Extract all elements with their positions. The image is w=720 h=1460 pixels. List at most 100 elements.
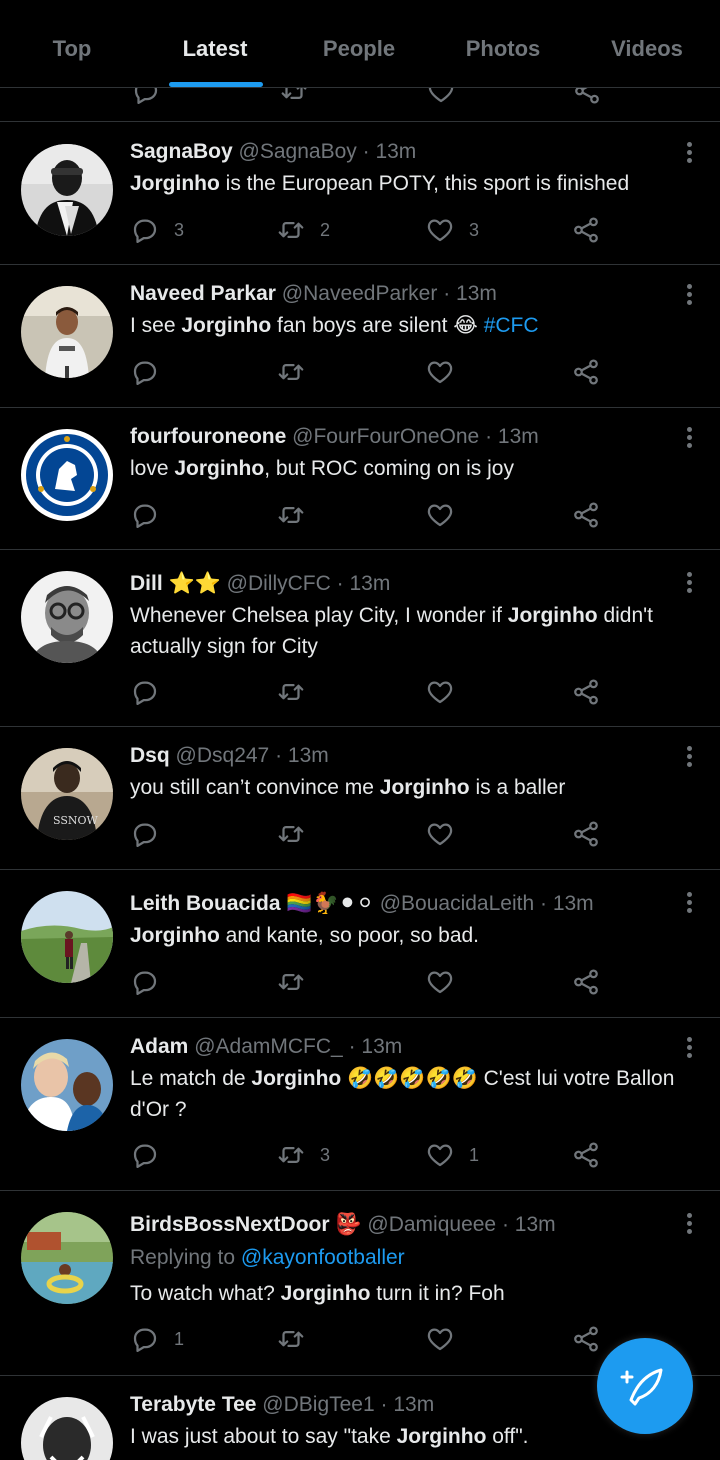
- reply-button[interactable]: 3: [130, 215, 184, 245]
- author-name[interactable]: Dill: [130, 572, 163, 595]
- like-button[interactable]: [425, 357, 469, 387]
- retweet-button[interactable]: 3: [276, 1140, 330, 1170]
- tweet[interactable]: SagnaBoy @SagnaBoy · 13m Jorginho is the…: [0, 123, 720, 265]
- retweet-button[interactable]: [276, 357, 320, 387]
- avatar[interactable]: [21, 1039, 113, 1131]
- like-button[interactable]: 1: [425, 1140, 479, 1170]
- author-handle[interactable]: @FourFourOneOne: [292, 425, 479, 448]
- tweet-time: · 13m: [275, 744, 329, 767]
- reply-icon[interactable]: [131, 88, 161, 111]
- tweet[interactable]: fourfouroneone @FourFourOneOne · 13m lov…: [0, 408, 720, 550]
- retweet-button[interactable]: [276, 500, 320, 530]
- tab-latest[interactable]: Latest: [143, 0, 287, 88]
- svg-text:SSNOW: SSNOW: [53, 814, 99, 827]
- avatar[interactable]: [21, 1397, 113, 1460]
- author-name[interactable]: Leith Bouacida: [130, 892, 281, 915]
- author-name[interactable]: SagnaBoy: [130, 140, 233, 163]
- retweet-icon: [278, 1331, 304, 1347]
- tweet[interactable]: BirdsBossNextDoor 👺 @Damiqueee · 13m Rep…: [0, 1191, 720, 1376]
- share-button[interactable]: [571, 1324, 601, 1354]
- retweet-button[interactable]: [276, 967, 320, 997]
- author-name[interactable]: Adam: [130, 1035, 188, 1058]
- hashtag-link[interactable]: #CFC: [484, 314, 539, 337]
- like-button[interactable]: 3: [425, 215, 479, 245]
- tab-videos[interactable]: Videos: [575, 0, 719, 88]
- share-button[interactable]: [571, 215, 601, 245]
- like-button[interactable]: [425, 677, 469, 707]
- author-handle[interactable]: @SagnaBoy: [239, 140, 357, 163]
- like-button[interactable]: [425, 819, 469, 849]
- share-button[interactable]: [571, 500, 601, 530]
- more-icon[interactable]: [686, 892, 694, 916]
- avatar[interactable]: [21, 429, 113, 521]
- retweet-button[interactable]: [276, 677, 320, 707]
- tweet[interactable]: Leith Bouacida 🏳️‍🌈🐓⚫⚪ @BouacidaLeith · …: [0, 870, 720, 1018]
- tweet-text: love Jorginho, but ROC coming on is joy: [130, 457, 514, 480]
- author-name[interactable]: Terabyte Tee: [130, 1393, 256, 1416]
- tab-photos[interactable]: Photos: [431, 0, 575, 88]
- avatar[interactable]: SSNOW: [21, 748, 113, 840]
- tweet[interactable]: Naveed Parkar @NaveedParker · 13m I see …: [0, 265, 720, 408]
- author-handle[interactable]: @DBigTee1: [262, 1393, 374, 1416]
- reply-button[interactable]: [130, 677, 174, 707]
- heart-icon: [427, 823, 453, 846]
- like-button[interactable]: [425, 1324, 469, 1354]
- like-count: 3: [469, 219, 480, 240]
- author-handle[interactable]: @Dsq247: [176, 744, 270, 767]
- reply-button[interactable]: [130, 357, 174, 387]
- retweet-icon: [278, 364, 304, 380]
- author-name[interactable]: Dsq: [130, 744, 170, 767]
- retweet-icon[interactable]: [279, 88, 309, 111]
- compose-tweet-button[interactable]: [597, 1338, 693, 1434]
- like-button[interactable]: [425, 500, 469, 530]
- more-icon[interactable]: [686, 1037, 694, 1061]
- retweet-button[interactable]: 2: [276, 215, 330, 245]
- reply-button[interactable]: [130, 1140, 174, 1170]
- author-name[interactable]: fourfouroneone: [130, 425, 286, 448]
- author-handle[interactable]: @Damiqueee: [367, 1213, 496, 1236]
- more-icon[interactable]: [686, 1213, 694, 1237]
- reply-icon: [133, 361, 157, 385]
- tab-top[interactable]: Top: [0, 0, 144, 88]
- reply-button[interactable]: [130, 819, 174, 849]
- more-icon[interactable]: [686, 746, 694, 770]
- more-icon[interactable]: [686, 427, 694, 451]
- like-button[interactable]: [425, 967, 469, 997]
- retweet-button[interactable]: [276, 819, 320, 849]
- tweet[interactable]: SSNOW Dsq @Dsq247 · 13m you still can’t …: [0, 727, 720, 870]
- reply-button[interactable]: 1: [130, 1324, 184, 1354]
- share-button[interactable]: [571, 819, 601, 849]
- tweet-time: · 13m: [348, 1035, 403, 1058]
- heart-icon: [427, 219, 453, 242]
- tab-people[interactable]: People: [287, 0, 431, 88]
- author-name[interactable]: BirdsBossNextDoor: [130, 1213, 330, 1236]
- author-handle[interactable]: @AdamMCFC_: [194, 1035, 343, 1058]
- more-icon[interactable]: [686, 284, 694, 308]
- more-icon[interactable]: [686, 142, 694, 166]
- reply-button[interactable]: [130, 967, 174, 997]
- avatar[interactable]: [21, 286, 113, 378]
- tweet[interactable]: Dill ⭐⭐ @DillyCFC · 13m Whenever Chelsea…: [0, 550, 720, 727]
- tweet-text: I was just about to say "take Jorginho o…: [130, 1425, 529, 1448]
- more-icon[interactable]: [686, 572, 694, 596]
- heart-icon[interactable]: [426, 88, 456, 111]
- share-icon[interactable]: [572, 88, 602, 111]
- author-handle[interactable]: @NaveedParker: [282, 282, 438, 305]
- replying-to-mention[interactable]: @kayonfootballer: [241, 1246, 405, 1269]
- share-button[interactable]: [571, 967, 601, 997]
- share-button[interactable]: [571, 677, 601, 707]
- avatar[interactable]: [21, 144, 113, 236]
- author-handle[interactable]: @BouacidaLeith: [380, 892, 534, 915]
- share-button[interactable]: [571, 357, 601, 387]
- share-button[interactable]: [571, 1140, 601, 1170]
- reply-button[interactable]: [130, 500, 174, 530]
- tweet[interactable]: Adam @AdamMCFC_ · 13m Le match de Jorgin…: [0, 1018, 720, 1191]
- author-handle[interactable]: @DillyCFC: [227, 572, 331, 595]
- tweet-text: Jorginho is the European POTY, this spor…: [130, 172, 630, 195]
- avatar[interactable]: [21, 891, 113, 983]
- retweet-button[interactable]: [276, 1324, 320, 1354]
- avatar[interactable]: [21, 1212, 113, 1304]
- avatar[interactable]: [21, 571, 113, 663]
- active-tab-indicator: [169, 82, 263, 87]
- author-name[interactable]: Naveed Parkar: [130, 282, 276, 305]
